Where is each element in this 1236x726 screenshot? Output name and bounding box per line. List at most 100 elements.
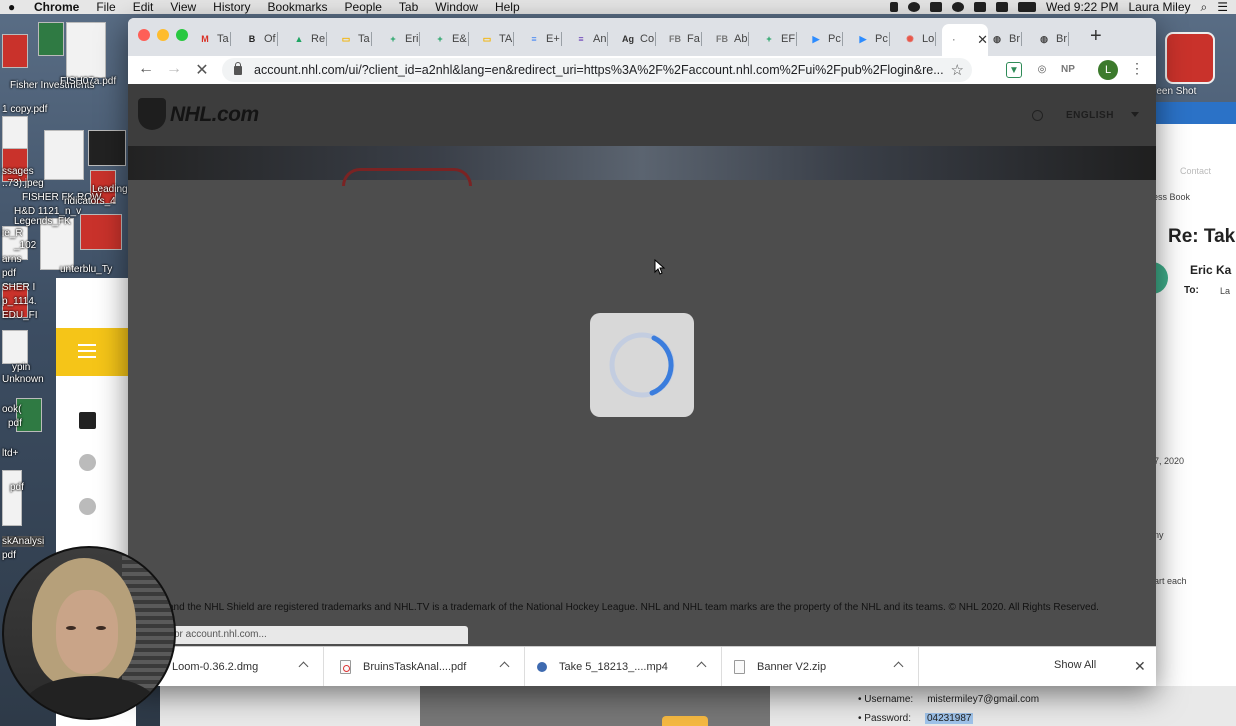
nhl-logo[interactable]: NHL.com: [170, 103, 259, 127]
desktop-file-icon[interactable]: [2, 330, 28, 364]
menu-view[interactable]: View: [170, 0, 196, 14]
browser-tab[interactable]: ▶ Pc: [856, 26, 890, 52]
chrome-menu-icon[interactable]: ⋮: [1130, 60, 1144, 77]
menu-window[interactable]: Window: [435, 0, 478, 14]
profile-avatar[interactable]: L: [1098, 60, 1118, 80]
browser-tab[interactable]: + EF: [762, 26, 798, 52]
webcam-overlay[interactable]: [2, 546, 176, 720]
browser-tab[interactable]: ◍ Br: [1037, 26, 1069, 52]
menu-bookmarks[interactable]: Bookmarks: [268, 0, 328, 14]
browser-tab[interactable]: FB Ab: [715, 26, 750, 52]
clock-icon[interactable]: [79, 454, 96, 471]
folder-icon[interactable]: [79, 412, 96, 429]
menu-app-name[interactable]: Chrome: [34, 0, 79, 14]
lock-icon[interactable]: [234, 61, 242, 75]
browser-tab[interactable]: M Ta: [198, 26, 231, 52]
airplay-icon[interactable]: [995, 2, 1008, 12]
url-text[interactable]: account.nhl.com/ui/?client_id=a2nhl&lang…: [254, 63, 944, 77]
menu-tab[interactable]: Tab: [399, 0, 418, 14]
menu-help[interactable]: Help: [495, 0, 520, 14]
desktop-file-icon[interactable]: [2, 116, 28, 150]
download-item[interactable]: BruinsTaskAnal....pdf: [328, 647, 525, 686]
background-orange-button[interactable]: [662, 716, 708, 726]
chevron-up-icon[interactable]: [696, 661, 707, 672]
desktop-file-icon[interactable]: [2, 470, 22, 526]
browser-tab[interactable]: ≡ An: [574, 26, 609, 52]
desktop-file-icon[interactable]: [66, 22, 106, 78]
browser-tab[interactable]: FB Fa: [668, 26, 702, 52]
browser-tab[interactable]: ▶ Pc: [809, 26, 843, 52]
browser-tab[interactable]: ✺ Lo: [903, 26, 937, 52]
search-extension-icon[interactable]: ◎: [1034, 62, 1050, 78]
menubar-user[interactable]: Laura Miley: [1128, 0, 1190, 14]
bookmark-star-icon[interactable]: ☆: [951, 61, 964, 79]
download-filename[interactable]: Banner V2.zip: [757, 661, 826, 673]
desktop-file-icon[interactable]: [38, 22, 64, 56]
apple-icon[interactable]: ●: [8, 1, 20, 13]
tab-separator: [560, 32, 562, 46]
save-extension-icon[interactable]: ▼: [1006, 62, 1022, 78]
minimize-window-button[interactable]: [157, 29, 169, 41]
show-all-downloads-button[interactable]: Show All: [1054, 659, 1096, 671]
desktop-file-icon[interactable]: [2, 34, 28, 68]
desktop-file-icon[interactable]: [44, 130, 84, 180]
browser-tab[interactable]: Ag Co: [621, 26, 657, 52]
download-filename[interactable]: Take 5_18213_....mp4: [559, 661, 668, 673]
browser-tab[interactable]: B Of: [245, 26, 278, 52]
address-bar[interactable]: account.nhl.com/ui/?client_id=a2nhl&lang…: [222, 58, 972, 82]
spotlight-search-icon[interactable]: ⌕: [1201, 0, 1208, 15]
powerpoint-file-icon[interactable]: [80, 214, 122, 250]
download-filename[interactable]: Loom-0.36.2.dmg: [172, 661, 258, 673]
tab-separator: [655, 32, 657, 46]
close-icon[interactable]: ✕: [1134, 658, 1146, 675]
desktop-file-icon[interactable]: [88, 130, 126, 166]
nhl-shield-icon[interactable]: [138, 98, 166, 130]
browser-tab[interactable]: + Eri: [386, 26, 421, 52]
browser-tab[interactable]: ≡ E+: [527, 26, 562, 52]
browser-tab[interactable]: · ✕: [942, 24, 988, 56]
language-selector[interactable]: ENGLISH: [1066, 110, 1114, 121]
tab-label: E+: [546, 33, 560, 45]
new-tab-button[interactable]: +: [1090, 25, 1102, 48]
contact-button[interactable]: Contact: [1180, 166, 1211, 176]
location-icon[interactable]: [889, 2, 898, 12]
hamburger-icon[interactable]: [78, 344, 96, 358]
screen-record-icon[interactable]: [929, 2, 942, 12]
tab-close-icon[interactable]: ✕: [977, 32, 988, 48]
download-item[interactable]: Take 5_18213_....mp4: [525, 647, 722, 686]
bluetooth-icon[interactable]: [951, 2, 964, 12]
sync-icon[interactable]: [907, 2, 920, 12]
browser-tab[interactable]: ▭ TA: [480, 26, 515, 52]
browser-tab[interactable]: ▭ Ta: [339, 26, 372, 52]
close-window-button[interactable]: [138, 29, 150, 41]
menu-edit[interactable]: Edit: [133, 0, 154, 14]
download-filename[interactable]: BruinsTaskAnal....pdf: [363, 661, 466, 673]
stop-loading-button[interactable]: ✕: [192, 60, 212, 80]
chevron-down-icon[interactable]: [1131, 112, 1139, 117]
wifi-icon[interactable]: [973, 2, 986, 12]
browser-tab[interactable]: ▲ Re: [292, 26, 328, 52]
tab-separator: [888, 32, 890, 46]
fullscreen-window-button[interactable]: [176, 29, 188, 41]
address-book-label[interactable]: ress Book: [1150, 192, 1190, 202]
browser-tab[interactable]: ◍ Br: [990, 26, 1022, 52]
menu-file[interactable]: File: [96, 0, 115, 14]
browser-tab[interactable]: + E&: [433, 26, 469, 52]
globe-icon[interactable]: [1032, 110, 1043, 121]
download-icon[interactable]: [79, 498, 96, 515]
download-item[interactable]: Banner V2.zip: [722, 647, 919, 686]
back-button[interactable]: ←: [136, 60, 156, 78]
chevron-up-icon[interactable]: [499, 661, 510, 672]
np-extension-icon[interactable]: NP: [1060, 62, 1076, 78]
username-value: mistermiley7@gmail.com: [927, 694, 1040, 705]
forward-button[interactable]: →: [164, 60, 184, 78]
battery-icon[interactable]: [1017, 2, 1036, 12]
tab-separator: [748, 32, 750, 46]
chevron-up-icon[interactable]: [893, 661, 904, 672]
menubar-clock[interactable]: Wed 9:22 PM: [1046, 0, 1118, 14]
notification-center-icon[interactable]: ☰: [1217, 0, 1228, 14]
screenshot-file-icon[interactable]: [1165, 32, 1215, 84]
chevron-up-icon[interactable]: [298, 661, 309, 672]
menu-history[interactable]: History: [213, 0, 250, 14]
menu-people[interactable]: People: [345, 0, 382, 14]
